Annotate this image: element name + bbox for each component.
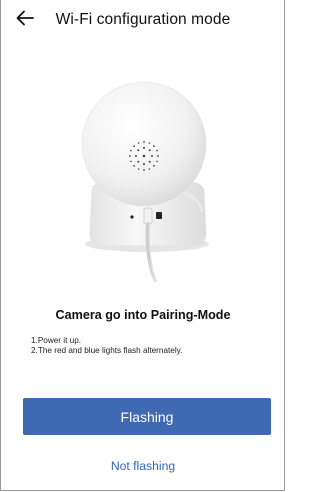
flashing-button[interactable]: Flashing [23, 398, 271, 435]
instruction-steps: 1.Power it up. 2.The red and blue lights… [31, 336, 182, 356]
step-item: 1.Power it up. [31, 336, 82, 345]
step-item: 2.The red and blue lights flash alternat… [31, 346, 183, 355]
header-bar: Wi-Fi configuration mode [0, 0, 286, 40]
not-flashing-button[interactable]: Not flashing [0, 459, 286, 473]
page-title: Wi-Fi configuration mode [55, 11, 231, 28]
camera-illustration [70, 72, 220, 284]
pairing-mode-title: Camera go into Pairing-Mode [55, 308, 231, 322]
